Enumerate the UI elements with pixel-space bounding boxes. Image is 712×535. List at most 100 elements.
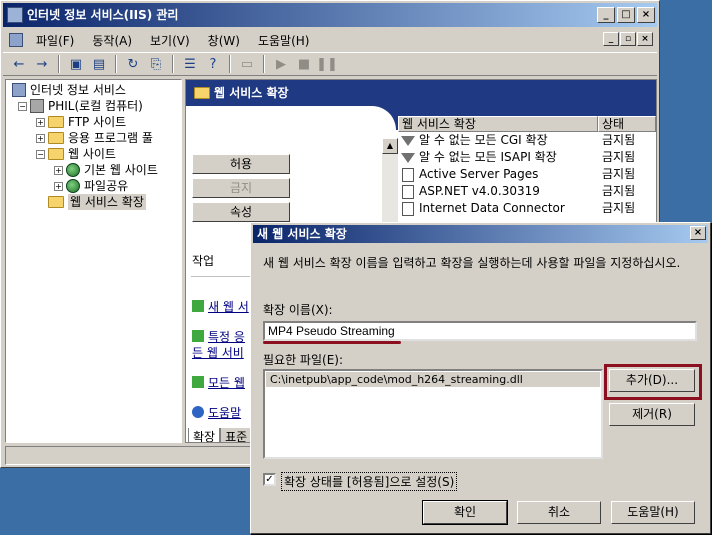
back-arrow-icon[interactable]: ← bbox=[9, 54, 29, 74]
tree-root[interactable]: 인터넷 정보 서비스 bbox=[12, 82, 126, 98]
list-row[interactable]: ASP.NET v4.0.30319 금지됨 bbox=[398, 183, 656, 200]
computer-icon[interactable]: ▭ bbox=[237, 54, 257, 74]
menu-help[interactable]: 도움말(H) bbox=[249, 32, 319, 49]
list-row[interactable]: Internet Data Connector 금지됨 bbox=[398, 200, 656, 217]
extension-name-field[interactable] bbox=[263, 321, 697, 341]
dialog-close-button[interactable]: × bbox=[690, 226, 706, 240]
task-allow-app[interactable]: 특정 응 bbox=[192, 328, 245, 345]
list-scrollbar[interactable]: ▲ bbox=[382, 138, 398, 222]
expand-icon[interactable]: + bbox=[54, 165, 63, 175]
folder-icon bbox=[48, 132, 64, 144]
tree-file-share[interactable]: + 파일공유 bbox=[54, 178, 128, 194]
export-icon[interactable]: ⎘ bbox=[146, 54, 166, 74]
main-title-bar[interactable]: 인터넷 정보 서비스(IIS) 관리 _ □ × bbox=[3, 3, 657, 27]
expand-icon[interactable]: + bbox=[36, 133, 45, 143]
tab-extended[interactable]: 확장 bbox=[188, 428, 221, 442]
minimize-button[interactable]: _ bbox=[597, 7, 615, 23]
properties-icon[interactable]: ☰ bbox=[180, 54, 200, 74]
globe-icon bbox=[66, 163, 80, 177]
column-header-status[interactable]: 상태 bbox=[598, 116, 656, 132]
help-circle-icon bbox=[192, 406, 204, 418]
annotation-underline bbox=[263, 341, 401, 344]
refresh-icon[interactable]: ↻ bbox=[123, 54, 143, 74]
new-web-service-extension-dialog: 새 웹 서비스 확장 × 새 웹 서비스 확장 이름을 입력하고 확장을 실행하… bbox=[250, 222, 711, 534]
show-tree-icon[interactable]: ▤ bbox=[89, 54, 109, 74]
menu-action[interactable]: 동작(A) bbox=[83, 32, 141, 49]
up-folder-icon[interactable]: ▣ bbox=[66, 54, 86, 74]
pause-icon[interactable]: ❚❚ bbox=[316, 54, 338, 74]
collapse-icon[interactable]: − bbox=[18, 101, 27, 111]
menu-view[interactable]: 보기(V) bbox=[141, 32, 199, 49]
extension-name-label: 확장 이름(X): bbox=[263, 303, 333, 317]
forward-arrow-icon[interactable]: → bbox=[32, 54, 52, 74]
main-title: 인터넷 정보 서비스(IIS) 관리 bbox=[27, 8, 179, 22]
tab-standard[interactable]: 표준 bbox=[220, 428, 253, 442]
tree-default-site[interactable]: + 기본 웹 사이트 bbox=[54, 162, 158, 178]
folder-icon bbox=[194, 87, 210, 99]
toolbar-separator bbox=[263, 55, 265, 73]
document-icon bbox=[402, 167, 414, 182]
expand-icon[interactable]: + bbox=[36, 117, 45, 127]
dialog-title-bar[interactable]: 새 웹 서비스 확장 × bbox=[253, 225, 708, 243]
maximize-button[interactable]: □ bbox=[617, 7, 635, 23]
allow-status-checkbox-label[interactable]: 확장 상태를 [허용됨]으로 설정(S) bbox=[281, 472, 458, 491]
mdi-minimize-button[interactable]: _ bbox=[603, 32, 619, 46]
list-header: 웹 서비스 확장 상태 bbox=[398, 116, 656, 132]
tree-app-pools[interactable]: + 응용 프로그램 풀 bbox=[36, 130, 153, 146]
menu-file[interactable]: 파일(F) bbox=[27, 32, 83, 49]
menu-bar: 파일(F) 동작(A) 보기(V) 창(W) 도움말(H) _ ▫ × bbox=[3, 29, 657, 51]
expand-icon[interactable]: + bbox=[54, 181, 63, 191]
document-icon bbox=[402, 184, 414, 199]
remove-button[interactable]: 제거(R) bbox=[609, 403, 695, 426]
list-row[interactable]: 알 수 없는 모든 ISAPI 확장 금지됨 bbox=[398, 149, 656, 166]
dialog-description: 새 웹 서비스 확장 이름을 입력하고 확장을 실행하는데 사용할 파일을 지정… bbox=[263, 256, 681, 270]
list-row[interactable]: 알 수 없는 모든 CGI 확장 금지됨 bbox=[398, 132, 656, 149]
add-button[interactable]: 추가(D)... bbox=[609, 369, 695, 392]
tree-web-sites[interactable]: − 웹 사이트 bbox=[36, 146, 116, 162]
stop-icon[interactable]: ■ bbox=[294, 54, 314, 74]
tree-server[interactable]: − PHIL(로컬 컴퓨터) bbox=[18, 98, 143, 114]
mdi-close-button[interactable]: × bbox=[637, 32, 653, 46]
close-button[interactable]: × bbox=[637, 7, 655, 23]
folder-icon bbox=[48, 148, 64, 160]
filter-icon bbox=[401, 135, 415, 146]
dialog-title: 새 웹 서비스 확장 bbox=[257, 227, 347, 241]
folder-icon bbox=[48, 196, 64, 208]
task-arrow-icon bbox=[192, 330, 204, 342]
tree-pane: 인터넷 정보 서비스 − PHIL(로컬 컴퓨터) + FTP 사이트 + 응용… bbox=[5, 79, 182, 443]
properties-button[interactable]: 속성 bbox=[192, 202, 290, 222]
tree-web-service-ext[interactable]: 웹 서비스 확장 bbox=[48, 194, 146, 210]
deny-button[interactable]: 금지 bbox=[192, 178, 290, 198]
cancel-button[interactable]: 취소 bbox=[517, 501, 601, 524]
collapse-icon[interactable]: − bbox=[36, 149, 45, 159]
task-allow-app-cont[interactable]: 든 웹 서비 bbox=[192, 344, 244, 361]
folder-icon bbox=[48, 116, 64, 128]
allow-button[interactable]: 허용 bbox=[192, 154, 290, 174]
mdi-restore-button[interactable]: ▫ bbox=[620, 32, 636, 46]
globe-icon bbox=[66, 179, 80, 193]
scroll-up-arrow-icon[interactable]: ▲ bbox=[382, 138, 398, 154]
task-help[interactable]: 도움말 bbox=[192, 404, 241, 421]
console-icon[interactable] bbox=[9, 33, 23, 47]
task-arrow-icon bbox=[192, 300, 204, 312]
allow-status-checkbox[interactable]: ✓ bbox=[263, 473, 276, 486]
menu-window[interactable]: 창(W) bbox=[199, 32, 249, 49]
column-header-name[interactable]: 웹 서비스 확장 bbox=[398, 116, 598, 132]
iis-icon bbox=[12, 83, 26, 97]
help-icon[interactable]: ? bbox=[203, 54, 223, 74]
toolbar-separator bbox=[229, 55, 231, 73]
file-list-item[interactable]: C:\inetpub\app_code\mod_h264_streaming.d… bbox=[266, 372, 600, 387]
ok-button[interactable]: 확인 bbox=[422, 500, 508, 525]
list-row[interactable]: Active Server Pages 금지됨 bbox=[398, 166, 656, 183]
pane-title: 웹 서비스 확장 bbox=[214, 86, 289, 100]
task-add-extension[interactable]: 새 웹 서 bbox=[192, 298, 249, 315]
required-files-list[interactable]: C:\inetpub\app_code\mod_h264_streaming.d… bbox=[263, 369, 603, 459]
play-icon[interactable]: ▶ bbox=[271, 54, 291, 74]
task-deny-all[interactable]: 모든 웹 bbox=[192, 374, 245, 391]
extension-list: 웹 서비스 확장 상태 알 수 없는 모든 CGI 확장 금지됨 알 수 없는 … bbox=[398, 116, 656, 220]
help-button[interactable]: 도움말(H) bbox=[611, 501, 695, 524]
toolbar-separator bbox=[58, 55, 60, 73]
pane-tabs: 확장 표준 bbox=[188, 428, 253, 442]
tree-ftp-sites[interactable]: + FTP 사이트 bbox=[36, 114, 126, 130]
tasks-header: 작업 bbox=[192, 254, 215, 268]
